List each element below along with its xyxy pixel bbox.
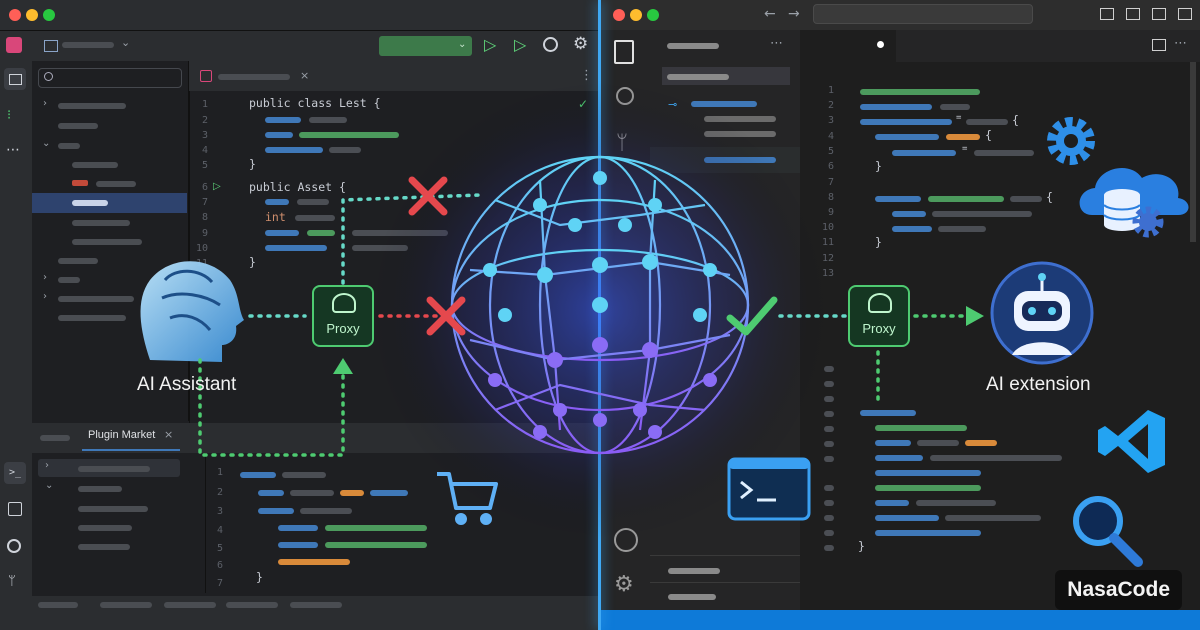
- illustration-overlay: [140, 80, 1189, 567]
- watermark-label: NasaCode: [1055, 570, 1182, 610]
- proxy-label-right: Proxy: [862, 321, 896, 336]
- globe-small-icon: [868, 293, 892, 313]
- proxy-label-left: Proxy: [326, 321, 360, 336]
- ai-extension-label: AI extension: [986, 374, 1091, 395]
- brain-head-icon: [140, 261, 244, 362]
- vscode-logo-icon: [1098, 410, 1165, 473]
- robot-icon: [990, 261, 1094, 365]
- terminal-icon: [727, 457, 811, 521]
- gear-icon: [1047, 117, 1095, 165]
- cloud-database-icon: [1079, 167, 1189, 238]
- right-arrow-icon: [966, 306, 984, 326]
- globe-small-icon: [332, 293, 356, 313]
- ai-assistant-label: AI Assistant: [137, 374, 237, 395]
- up-arrow-icon: [333, 358, 353, 374]
- magnifier-icon: [1073, 496, 1143, 567]
